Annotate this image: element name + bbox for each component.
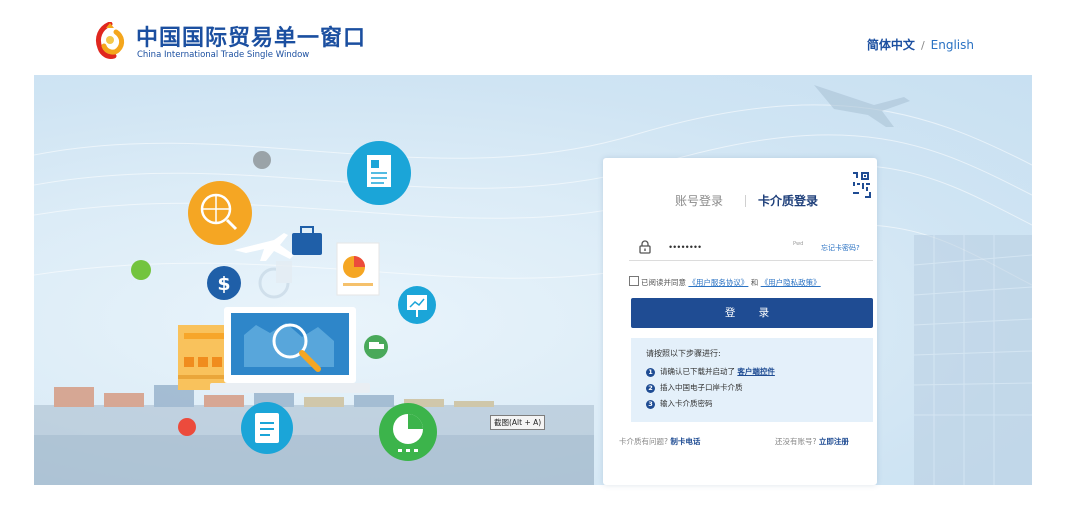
red-dot [178, 418, 196, 436]
card-help: 卡介质有问题? 制卡电话 [619, 436, 700, 447]
tab-card-login[interactable]: 卡介质登录 [758, 192, 818, 209]
no-account-text: 还没有账号? [775, 437, 817, 446]
presentation-icon [398, 286, 436, 324]
steps-panel: 请按照以下步骤进行: 1 请确认已下载并启动了 客户端控件 2 插入中国电子口岸卡介… [631, 338, 873, 422]
service-agreement-link[interactable]: 《用户服务协议》 [688, 278, 748, 287]
step-1-text: 请确认已下载并启动了 [660, 367, 735, 376]
lang-separator: / [920, 39, 925, 52]
language-switcher: 简体中文 / English [867, 36, 974, 53]
building-right [913, 235, 1032, 485]
step-3-number: 3 [646, 400, 655, 409]
password-hint: Pwd [793, 241, 804, 247]
step-2-text: 插入中国电子口岸卡介质 [660, 383, 743, 392]
lang-english[interactable]: English [931, 38, 974, 52]
briefcase-icon [292, 226, 322, 255]
document-icon [347, 141, 411, 205]
truck-icon [364, 335, 388, 359]
airplane-silhouette [814, 85, 910, 127]
step-2: 2 插入中国电子口岸卡介质 [646, 382, 743, 393]
computer-monitor-icon [210, 307, 370, 393]
airplane-icon [234, 233, 294, 261]
forgot-card-password-link[interactable]: 忘记卡密码? [821, 243, 860, 253]
step-3-text: 输入卡介质密码 [660, 399, 713, 408]
wave-lines [34, 104, 1032, 286]
login-tabs: 账号登录 卡介质登录 [603, 192, 877, 212]
lang-chinese[interactable]: 简体中文 [867, 38, 915, 52]
register-help: 还没有账号? 立即注册 [775, 436, 849, 447]
card-password-input[interactable] [669, 240, 769, 254]
brand-title-cn: 中国国际贸易单一窗口 [136, 26, 367, 51]
agreement-row: 已阅读并同意 《用户服务协议》 和 《用户隐私政策》 [629, 276, 879, 290]
agree-prefix: 已阅读并同意 [641, 278, 686, 287]
card-phone-link[interactable]: 制卡电话 [670, 437, 700, 446]
step-2-number: 2 [646, 384, 655, 393]
container-ship [34, 385, 594, 485]
login-card: 账号登录 卡介质登录 Pwd 忘记卡密码? 已阅读并同意 《用户服务协议》 和 … [603, 158, 877, 485]
screenshot-tooltip: 截图(Alt + A) [490, 415, 546, 430]
step-1-number: 1 [646, 368, 655, 377]
steps-title: 请按照以下步骤进行: [646, 349, 721, 358]
client-control-link[interactable]: 客户端控件 [737, 367, 775, 376]
single-window-logo [95, 22, 125, 59]
tab-divider [745, 195, 746, 207]
globe-document-icon [258, 261, 292, 299]
tab-account-login[interactable]: 账号登录 [675, 192, 723, 209]
brand-title-en: China International Trade Single Window [137, 50, 310, 60]
step-1: 1 请确认已下载并启动了 客户端控件 [646, 366, 775, 377]
gray-dot [253, 151, 271, 169]
agree-and: 和 [750, 278, 759, 287]
login-button[interactable]: 登 录 [631, 298, 873, 328]
pie-chart-icon [379, 403, 437, 461]
dollar-icon: $ [207, 266, 241, 300]
password-row: Pwd 忘记卡密码? [629, 238, 873, 261]
pie-report-icon [336, 242, 380, 296]
svg-text:$: $ [217, 273, 230, 295]
globe-search-icon [188, 181, 252, 245]
qr-code-icon[interactable] [851, 170, 873, 200]
top-header: 中国国际贸易单一窗口 China International Trade Sin… [0, 0, 1080, 75]
register-link[interactable]: 立即注册 [819, 437, 849, 446]
privacy-policy-link[interactable]: 《用户隐私政策》 [761, 278, 821, 287]
lock-icon [639, 240, 651, 254]
agree-checkbox[interactable] [629, 276, 639, 286]
green-dot [131, 260, 151, 280]
card-problem-text: 卡介质有问题? [619, 437, 668, 446]
step-3: 3 输入卡介质密码 [646, 398, 713, 409]
clipboard-icon [241, 402, 293, 454]
